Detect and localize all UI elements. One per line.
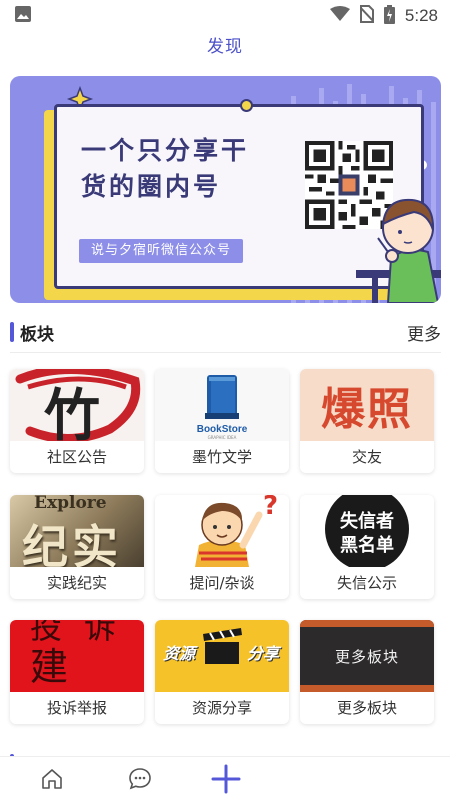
board-image-subtext: 黑名单 bbox=[340, 535, 394, 556]
board-image-text: 更多板块 bbox=[334, 648, 399, 666]
board-image-text: 爆照 bbox=[321, 384, 413, 435]
board-label: 失信公示 bbox=[336, 574, 397, 592]
board-image-text: BookStore bbox=[196, 424, 248, 435]
header: 发现 bbox=[0, 32, 450, 58]
banner-headline-line1: 一个只分享干 bbox=[81, 136, 250, 165]
board-label: 投诉举报 bbox=[46, 699, 107, 717]
board-tile[interactable]: 投诉 建议 投诉举报 bbox=[10, 620, 144, 724]
board-label: 社区公告 bbox=[46, 448, 107, 466]
board-image: BookStore GRAPHIC IDEA bbox=[155, 369, 289, 441]
board-image-text: ? bbox=[263, 495, 279, 521]
board-image-subtext: GRAPHIC IDEA bbox=[207, 435, 237, 440]
no-sim-icon bbox=[359, 5, 375, 27]
banner-headline: 一个只分享干 货的圈内号 bbox=[81, 133, 281, 205]
kid-illustration bbox=[356, 198, 441, 303]
divider bbox=[10, 352, 441, 353]
banner-carousel[interactable]: 一个只分享干 货的圈内号 说与夕宿听微信公众号 bbox=[10, 76, 441, 303]
board-image-text: 建议 bbox=[30, 645, 91, 689]
board-tile[interactable]: 资源 分享 资源分享 bbox=[155, 620, 289, 724]
image-icon bbox=[14, 5, 32, 27]
board-tile[interactable]: BookStore GRAPHIC IDEA 墨竹文学 bbox=[155, 369, 289, 473]
board-image: 竹 bbox=[10, 369, 144, 441]
banner-subtitle: 说与夕宿听微信公众号 bbox=[79, 239, 244, 263]
board-label: 更多板块 bbox=[336, 699, 397, 717]
board-tile[interactable]: Explore 纪实 实践纪实 bbox=[10, 495, 144, 599]
board-tile[interactable]: 爆照 交友 bbox=[300, 369, 434, 473]
board-label: 提问/杂谈 bbox=[189, 574, 255, 592]
board-image-subtext: 分享 bbox=[247, 644, 280, 663]
home-icon[interactable] bbox=[38, 765, 66, 793]
board-image: 失信者 黑名单 bbox=[300, 495, 434, 567]
board-image-text: 失信者 bbox=[340, 511, 394, 532]
board-image-text: 资源 bbox=[163, 644, 196, 663]
board-image: 资源 分享 bbox=[155, 620, 289, 692]
board-image-text: 竹 bbox=[44, 383, 100, 441]
board-image: 投诉 建议 bbox=[10, 620, 144, 692]
wifi-icon bbox=[329, 6, 350, 26]
section-accent-bar bbox=[10, 322, 14, 342]
section-title: 板块 bbox=[20, 324, 54, 345]
board-label: 交友 bbox=[351, 448, 382, 466]
add-icon[interactable] bbox=[210, 763, 242, 795]
section-header: 板块 更多 bbox=[10, 318, 441, 346]
board-tile[interactable]: 竹 社区公告 bbox=[10, 369, 144, 473]
banner-headline-line2: 货的圈内号 bbox=[81, 172, 222, 201]
board-tile[interactable]: 更多板块 更多板块 bbox=[300, 620, 434, 724]
bottom-tab-bar bbox=[0, 756, 450, 800]
card-pin bbox=[240, 99, 253, 112]
status-time: 5:28 bbox=[404, 6, 438, 25]
board-tile[interactable]: ? 提问/杂谈 bbox=[155, 495, 289, 599]
board-label: 实践纪实 bbox=[46, 574, 107, 592]
board-label: 资源分享 bbox=[191, 699, 252, 717]
board-image: ? bbox=[155, 495, 289, 567]
chat-icon[interactable] bbox=[126, 765, 154, 793]
board-image: 更多板块 bbox=[300, 620, 434, 692]
board-image-text: 纪实 bbox=[22, 520, 122, 567]
battery-charging-icon bbox=[383, 4, 395, 28]
more-link[interactable]: 更多 bbox=[407, 320, 441, 345]
board-tile[interactable]: 失信者 黑名单 失信公示 bbox=[300, 495, 434, 599]
board-image: Explore 纪实 bbox=[10, 495, 144, 567]
status-bar: 5:28 bbox=[0, 0, 450, 32]
page-title: 发现 bbox=[207, 37, 243, 57]
board-label: 墨竹文学 bbox=[191, 448, 252, 466]
board-image: 爆照 bbox=[300, 369, 434, 441]
